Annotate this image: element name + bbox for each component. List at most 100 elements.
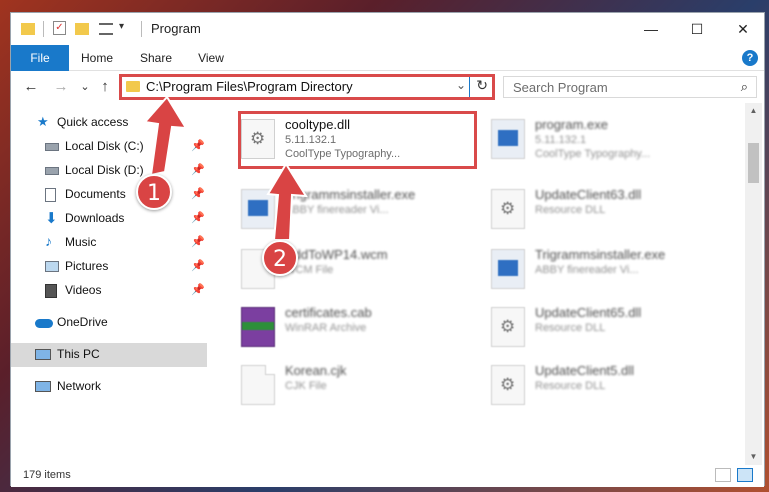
file-item[interactable]: Trigrammsinstaller.exe ABBY finereader V… <box>487 245 732 295</box>
search-input[interactable]: Search Program ⌕ <box>503 76 757 98</box>
sidebar-item-local-disk-d[interactable]: Local Disk (D:) 📌 <box>11 159 207 183</box>
file-item[interactable]: Trigrammsinstaller.exe ABBY finereader V… <box>237 185 482 235</box>
sidebar-item-local-disk-c[interactable]: Local Disk (C:) 📌 <box>11 135 207 159</box>
step-marker-1: 1 <box>136 174 172 210</box>
file-name: program.exe <box>535 117 608 132</box>
pin-icon[interactable]: 📌 <box>191 163 205 176</box>
file-version: Resource DLL <box>535 380 606 392</box>
new-folder-icon[interactable] <box>75 23 89 35</box>
file-version: WinRAR Archive <box>285 322 367 334</box>
drive-icon <box>45 167 59 175</box>
highlight-box <box>238 111 477 169</box>
back-button[interactable]: ← <box>21 77 41 97</box>
file-description: CoolType Typography... <box>535 148 651 160</box>
dll-file-icon <box>491 189 525 229</box>
file-name: AddToWP14.wcm <box>285 247 388 262</box>
up-button[interactable]: ↑ <box>95 77 115 97</box>
customize-toolbar-icon[interactable] <box>99 23 113 35</box>
sidebar-item-label: Local Disk (C:) <box>65 139 144 153</box>
file-item[interactable]: certificates.cab WinRAR Archive <box>237 303 482 353</box>
sidebar-item-label: Pictures <box>65 259 109 273</box>
tiles-view-icon[interactable] <box>737 468 753 482</box>
sidebar-item-label: Quick access <box>57 115 129 129</box>
video-icon <box>45 284 57 298</box>
address-row: ← → ⌄ ↑ C:\Program Files\Program Directo… <box>11 71 764 103</box>
sidebar-item-label: Downloads <box>65 211 125 225</box>
drive-icon <box>45 143 59 151</box>
file-name: UpdateClient65.dll <box>535 305 642 320</box>
exe-file-icon <box>491 249 525 289</box>
folder-icon <box>126 81 140 92</box>
sidebar-item-label: This PC <box>57 347 100 361</box>
scroll-up-icon[interactable]: ▲ <box>745 103 762 119</box>
forward-button[interactable]: → <box>51 77 71 97</box>
sidebar-item-downloads[interactable]: ⬇ Downloads 📌 <box>11 207 207 231</box>
file-version: Resource DLL <box>535 322 606 334</box>
file-item[interactable]: Korean.cjk CJK File <box>237 361 482 411</box>
search-icon[interactable]: ⌕ <box>741 79 748 95</box>
close-button[interactable]: ✕ <box>720 13 766 45</box>
dll-file-icon <box>491 307 525 347</box>
search-placeholder: Search Program <box>513 80 608 95</box>
file-explorer-window: ✓ ▾ Program — ☐ ✕ File Home Share View ?… <box>10 12 765 487</box>
tab-share[interactable]: Share <box>133 45 179 71</box>
pin-icon[interactable]: 📌 <box>191 235 205 248</box>
sidebar-item-label: Local Disk (D:) <box>65 163 144 177</box>
pin-icon[interactable]: 📌 <box>191 139 205 152</box>
sidebar-item-pictures[interactable]: Pictures 📌 <box>11 255 207 279</box>
tab-view[interactable]: View <box>191 45 231 71</box>
address-bar[interactable]: C:\Program Files\Program Directory ⌄ ↻ <box>119 74 495 100</box>
sidebar-item-this-pc[interactable]: This PC <box>11 343 207 367</box>
sidebar-item-onedrive[interactable]: OneDrive <box>11 311 207 335</box>
title-bar: ✓ ▾ Program — ☐ ✕ <box>11 13 764 45</box>
sidebar-item-label: OneDrive <box>57 315 108 329</box>
pin-icon[interactable]: 📌 <box>191 211 205 224</box>
sidebar-item-label: Videos <box>65 283 102 297</box>
details-view-icon[interactable] <box>715 468 731 482</box>
dll-file-icon <box>491 365 525 405</box>
separator <box>141 21 142 37</box>
file-version: 5.11.132.1 <box>535 134 587 146</box>
archive-file-icon <box>241 307 275 347</box>
maximize-button[interactable]: ☐ <box>674 13 720 45</box>
chevron-down-icon[interactable]: ▾ <box>119 21 124 37</box>
file-item[interactable]: UpdateClient65.dll Resource DLL <box>487 303 732 353</box>
computer-icon <box>35 349 51 360</box>
pin-icon[interactable]: 📌 <box>191 259 205 272</box>
address-path[interactable]: C:\Program Files\Program Directory <box>146 79 353 94</box>
tab-file[interactable]: File <box>11 45 69 71</box>
file-name: UpdateClient5.dll <box>535 363 635 378</box>
file-name: Trigrammsinstaller.exe <box>285 187 416 202</box>
scroll-thumb[interactable] <box>748 143 759 183</box>
chevron-down-icon[interactable]: ⌄ <box>456 78 466 92</box>
recent-locations-button[interactable]: ⌄ <box>75 77 95 97</box>
file-item[interactable]: UpdateClient5.dll Resource DLL <box>487 361 732 411</box>
separator <box>43 21 44 37</box>
file-list: cooltype.dll 5.11.132.1 CoolType Typogra… <box>207 103 745 465</box>
pin-icon[interactable]: 📌 <box>191 283 205 296</box>
refresh-icon[interactable]: ↻ <box>476 77 488 94</box>
file-icon <box>241 365 275 405</box>
sidebar-item-documents[interactable]: Documents 📌 <box>11 183 207 207</box>
file-version: CJK File <box>285 380 327 392</box>
ribbon-tabs: File Home Share View ? <box>11 45 764 71</box>
help-icon[interactable]: ? <box>742 50 758 66</box>
window-title: Program <box>151 21 201 36</box>
pin-icon[interactable]: 📌 <box>191 187 205 200</box>
sidebar-item-music[interactable]: ♪ Music 📌 <box>11 231 207 255</box>
file-name: Korean.cjk <box>285 363 347 378</box>
download-icon: ⬇ <box>45 210 58 227</box>
picture-icon <box>45 261 59 272</box>
sidebar-item-videos[interactable]: Videos 📌 <box>11 279 207 303</box>
properties-icon[interactable]: ✓ <box>53 21 66 35</box>
file-item[interactable]: UpdateClient63.dll Resource DLL <box>487 185 732 235</box>
file-item[interactable]: program.exe 5.11.132.1 CoolType Typograp… <box>487 115 732 165</box>
file-name: Trigrammsinstaller.exe <box>535 247 666 262</box>
sidebar-item-quick-access[interactable]: ★ Quick access <box>11 111 207 135</box>
minimize-button[interactable]: — <box>628 13 674 45</box>
vertical-scrollbar[interactable]: ▲ ▼ <box>745 103 762 465</box>
scroll-down-icon[interactable]: ▼ <box>745 449 762 465</box>
sidebar-item-label: Network <box>57 379 102 393</box>
sidebar-item-network[interactable]: Network <box>11 375 207 399</box>
tab-home[interactable]: Home <box>75 45 119 71</box>
